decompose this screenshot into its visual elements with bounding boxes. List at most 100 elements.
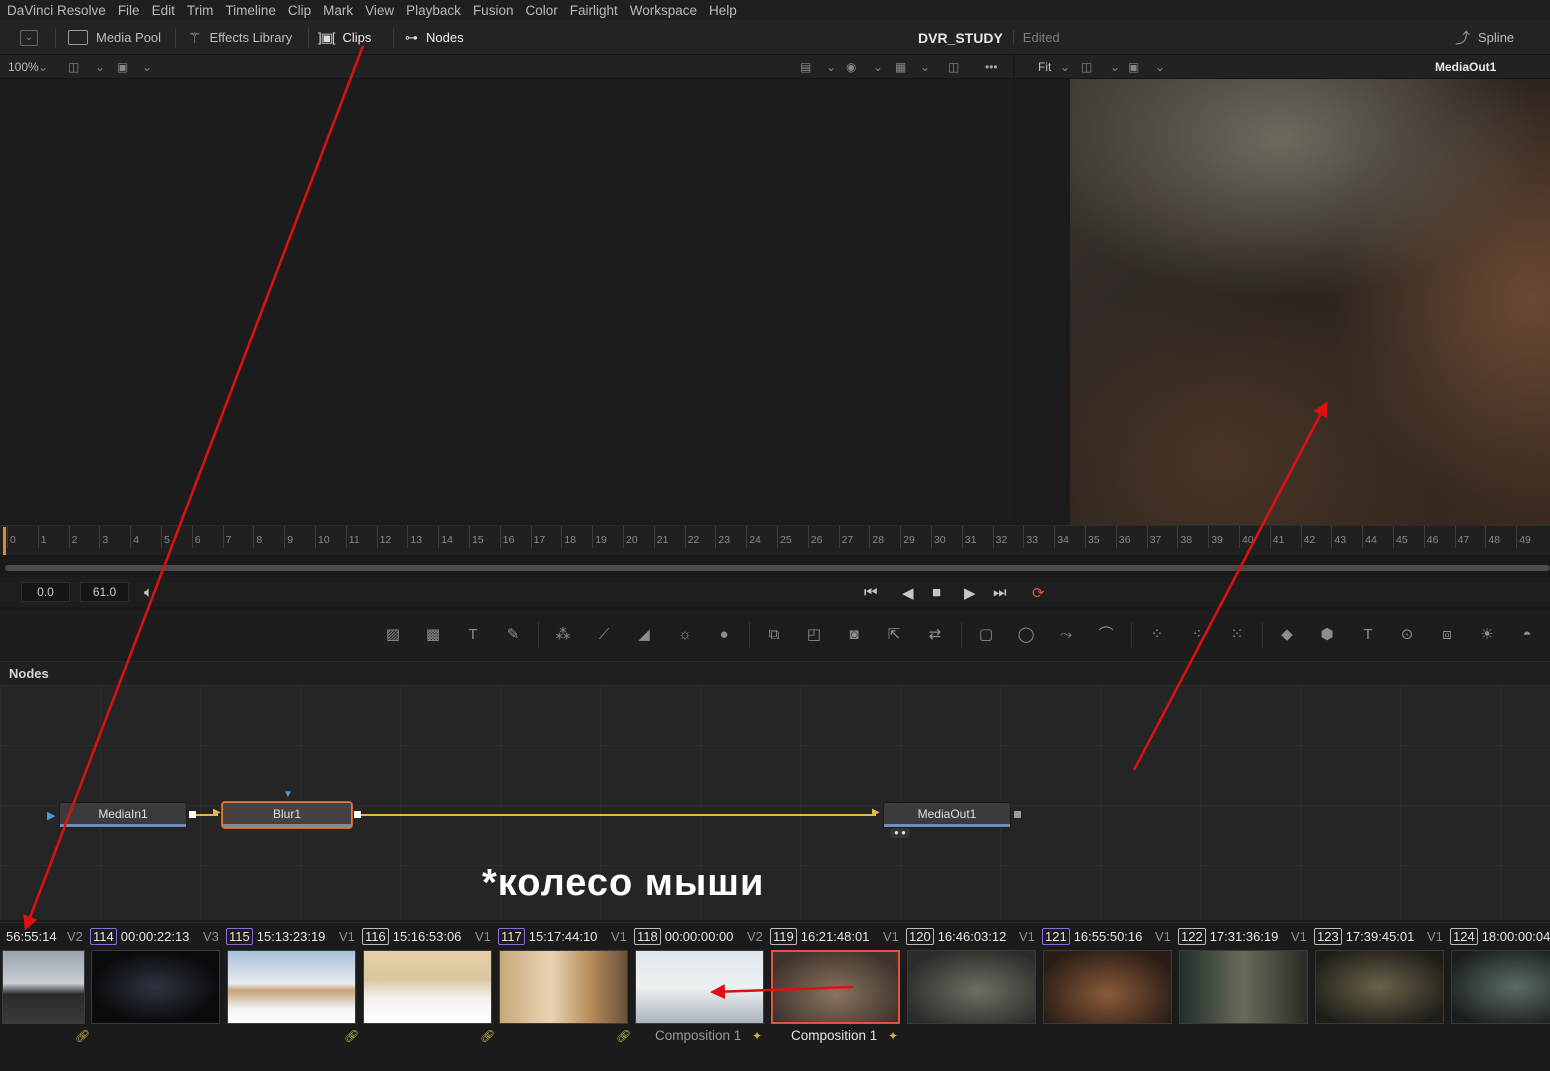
menu-edit[interactable]: Edit: [146, 3, 181, 18]
nodes-button[interactable]: ⊶ Nodes: [405, 20, 464, 55]
loop-icon[interactable]: ⟳: [1032, 584, 1045, 602]
node-graph-canvas[interactable]: ▶ MediaIn1 ▶ ▼ Blur1 ▶ MediaOut1 ● ●: [0, 685, 1550, 920]
blur1-output-port[interactable]: [354, 811, 361, 818]
go-to-end-icon[interactable]: ⏭︎: [993, 584, 1007, 601]
shape-3d-icon[interactable]: ⬢: [1317, 626, 1337, 644]
light-3d-icon[interactable]: ☀︎: [1477, 626, 1497, 644]
ellipse-mask-icon[interactable]: ◯: [1016, 626, 1036, 644]
viewer-mode-icon[interactable]: ▣: [117, 60, 128, 74]
clip-thumbnail[interactable]: [1179, 950, 1308, 1024]
chevron-down-icon[interactable]: ⌄: [920, 60, 930, 74]
zoom-dropdown-left[interactable]: 100%: [8, 60, 39, 74]
camera-3d-icon[interactable]: ⧈: [1437, 626, 1457, 644]
play-reverse-icon[interactable]: ◀: [902, 584, 914, 602]
merge-3d-icon[interactable]: ⊙: [1397, 626, 1417, 644]
clip-thumbnail[interactable]: [1315, 950, 1444, 1024]
text-tool-icon[interactable]: T: [463, 626, 483, 644]
play-icon[interactable]: ▶: [964, 584, 976, 602]
text-3d-icon[interactable]: T: [1358, 626, 1378, 644]
menu-help[interactable]: Help: [703, 3, 743, 18]
mask-tool-icon[interactable]: ◙: [844, 626, 864, 644]
polygon-mask-icon[interactable]: ⤳: [1056, 626, 1076, 644]
image-plane-3d-icon[interactable]: ◆: [1277, 626, 1297, 644]
go-to-start-icon[interactable]: ⏮︎: [864, 584, 878, 601]
viewer-layout-icon[interactable]: ◫: [68, 60, 79, 74]
menu-view[interactable]: View: [359, 3, 400, 18]
clip-thumbnail[interactable]: [771, 950, 900, 1024]
menu-trim[interactable]: Trim: [181, 3, 220, 18]
chevron-down-icon[interactable]: ⌄: [95, 60, 105, 74]
clip-thumbnail[interactable]: [1451, 950, 1550, 1024]
media-pool-button[interactable]: Media Pool: [68, 20, 161, 55]
paint-tool-icon[interactable]: ✎: [503, 626, 523, 644]
mediain1-output-port[interactable]: [189, 811, 196, 818]
spline-button[interactable]: ⤴ Spline: [1455, 20, 1514, 55]
more-options-icon[interactable]: •••: [985, 60, 998, 74]
clip-thumbnail[interactable]: [363, 950, 492, 1024]
particle-render-icon[interactable]: ⁖: [1187, 626, 1207, 644]
chevron-down-icon[interactable]: ⌄: [142, 60, 152, 74]
clip-thumbnail[interactable]: [499, 950, 628, 1024]
clips-button[interactable]: ]▣[ Clips: [318, 20, 371, 55]
viewer-mode-icon[interactable]: ▣: [1128, 60, 1139, 74]
menu-workspace[interactable]: Workspace: [624, 3, 703, 18]
clip-thumbnail[interactable]: [635, 950, 764, 1024]
render-start-field[interactable]: 0.0: [21, 582, 70, 602]
effects-library-button[interactable]: ⚚ Effects Library: [188, 20, 292, 55]
menu-color[interactable]: Color: [519, 3, 563, 18]
viewer-layout-icon[interactable]: ◫: [1081, 60, 1092, 74]
transform-tool-icon[interactable]: ⇄: [925, 626, 945, 644]
blur-tool-icon[interactable]: ⁂: [553, 626, 573, 644]
left-viewer[interactable]: [0, 79, 1013, 525]
loader-tool-icon[interactable]: ⧉: [764, 626, 784, 644]
render-end-field[interactable]: 61.0: [80, 582, 129, 602]
chevron-down-icon[interactable]: ⌄: [1155, 60, 1165, 74]
clip-thumbnail[interactable]: [907, 950, 1036, 1024]
split-view-icon[interactable]: ◫: [948, 60, 959, 74]
timeline-scrollbar[interactable]: [5, 565, 1550, 571]
mediaout1-output-port[interactable]: [1014, 811, 1021, 818]
particle-style-icon[interactable]: ⁙: [1227, 626, 1247, 644]
blur1-node[interactable]: Blur1: [222, 802, 352, 828]
mediain1-node[interactable]: MediaIn1: [59, 802, 187, 828]
chevron-down-icon[interactable]: ⌄: [826, 60, 836, 74]
time-ruler[interactable]: 0 1 2 3 4 5 6 7 8 9 10 11 12 13 14 15 16 17 18 19 20 21 22 23 24…: [0, 525, 1550, 555]
playhead[interactable]: [3, 527, 6, 555]
menu-app[interactable]: DaVinci Resolve: [0, 3, 112, 18]
brightness-tool-icon[interactable]: ☼: [675, 626, 695, 644]
menu-clip[interactable]: Clip: [282, 3, 317, 18]
chevron-down-icon[interactable]: ⌄: [873, 60, 883, 74]
clip-thumbnail[interactable]: [91, 950, 220, 1024]
clip-track: V1: [339, 929, 355, 944]
panel-toggle-button[interactable]: ⌄: [20, 20, 38, 55]
right-viewer[interactable]: [1015, 79, 1550, 525]
bspline-mask-icon[interactable]: ⌒: [1096, 626, 1116, 644]
color-corrector-tool-icon[interactable]: ◢: [634, 626, 654, 644]
clip-thumbnail[interactable]: [2, 950, 85, 1024]
roi-icon[interactable]: ▤: [800, 60, 811, 74]
color-curves-tool-icon[interactable]: ⟋: [594, 626, 614, 644]
chevron-down-icon[interactable]: ⌄: [1110, 60, 1120, 74]
audio-icon[interactable]: 🔈︎: [144, 584, 153, 601]
clip-thumbnail[interactable]: [227, 950, 356, 1024]
menu-mark[interactable]: Mark: [317, 3, 359, 18]
particle-emitter-icon[interactable]: ⁘: [1147, 626, 1167, 644]
merge-tool-icon[interactable]: ◰: [804, 626, 824, 644]
stop-icon[interactable]: ■: [932, 584, 941, 601]
grid-icon[interactable]: ▦: [895, 60, 906, 74]
menu-playback[interactable]: Playback: [400, 3, 467, 18]
mediaout1-node[interactable]: MediaOut1: [883, 802, 1011, 828]
clip-thumbnail[interactable]: [1043, 950, 1172, 1024]
menu-fusion[interactable]: Fusion: [467, 3, 520, 18]
background-tool-icon[interactable]: ▨: [383, 626, 403, 644]
matte-tool-icon[interactable]: ●: [714, 626, 734, 644]
renderer-3d-icon[interactable]: ◓: [1517, 626, 1537, 644]
zoom-dropdown-right[interactable]: Fit: [1038, 60, 1051, 74]
menu-file[interactable]: File: [112, 3, 146, 18]
resize-tool-icon[interactable]: ⇱: [884, 626, 904, 644]
rectangle-mask-icon[interactable]: ▢: [976, 626, 996, 644]
fast-noise-tool-icon[interactable]: ▩: [423, 626, 443, 644]
menu-timeline[interactable]: Timeline: [219, 3, 282, 18]
menu-fairlight[interactable]: Fairlight: [564, 3, 624, 18]
color-channels-icon[interactable]: ◉: [846, 60, 856, 74]
